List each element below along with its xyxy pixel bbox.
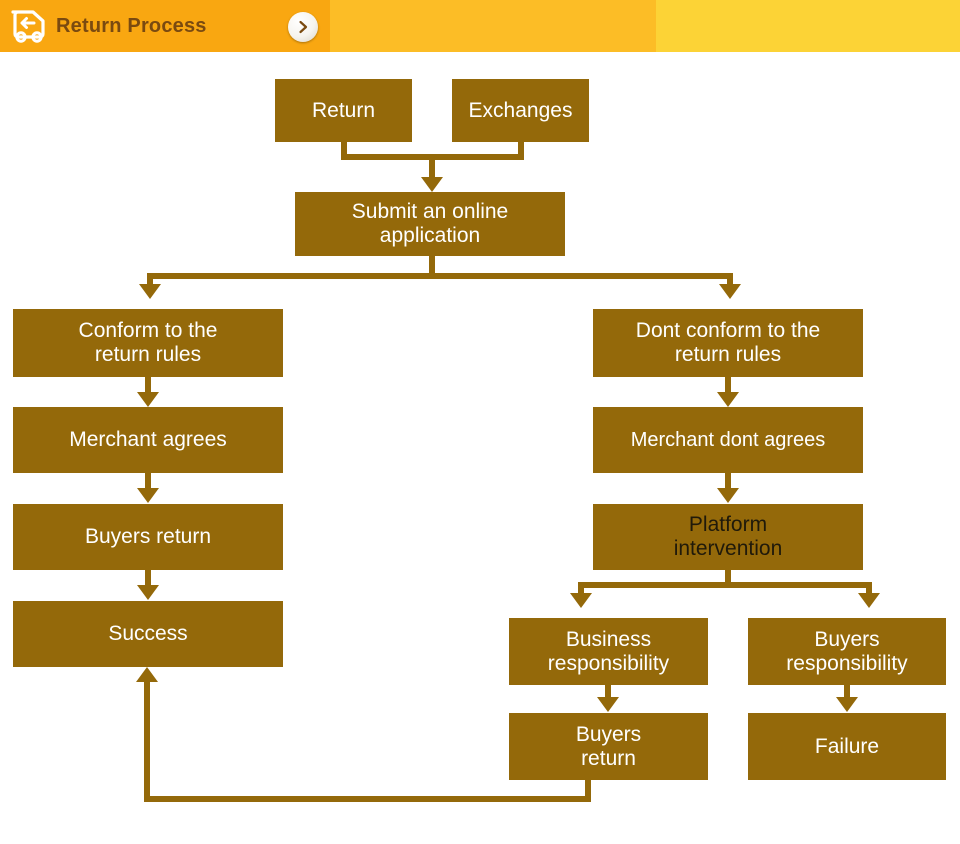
node-business-responsibility[interactable]: Business responsibility <box>509 618 708 685</box>
arrow-to-dont-conform <box>719 284 741 299</box>
header-bar: Return Process <box>0 0 960 52</box>
chevron-right-icon[interactable] <box>288 12 318 42</box>
node-dont-conform-to-return-rules[interactable]: Dont conform to the return rules <box>593 309 863 377</box>
header-band-tertiary <box>656 0 960 52</box>
arrow-to-success <box>137 585 159 600</box>
arrow-to-failure <box>836 697 858 712</box>
node-exchanges[interactable]: Exchanges <box>452 79 589 142</box>
edge-feedback-bar <box>144 796 591 802</box>
flowchart-canvas: Return Exchanges Submit an online applic… <box>0 52 960 844</box>
node-buyers-return-right[interactable]: Buyers return <box>509 713 708 780</box>
header-band-secondary <box>330 0 656 52</box>
edge-split-bar-platform <box>578 582 872 588</box>
return-process-screen: Return Process Return Exchanges Submit a… <box>0 0 960 844</box>
node-conform-to-return-rules[interactable]: Conform to the return rules <box>13 309 283 377</box>
arrow-to-merchant-agrees <box>137 392 159 407</box>
arrow-to-buyers-return-right <box>597 697 619 712</box>
node-buyers-responsibility[interactable]: Buyers responsibility <box>748 618 946 685</box>
arrow-to-business-responsibility <box>570 593 592 608</box>
arrow-to-conform <box>139 284 161 299</box>
edge-split-bar-main <box>147 273 733 279</box>
arrow-to-merchant-dont-agrees <box>717 392 739 407</box>
arrow-to-platform-intervention <box>717 488 739 503</box>
arrow-feedback-to-success <box>136 667 158 682</box>
node-buyers-return-left[interactable]: Buyers return <box>13 504 283 570</box>
node-failure[interactable]: Failure <box>748 713 946 780</box>
edge-merge-stem <box>429 154 435 177</box>
node-merchant-agrees[interactable]: Merchant agrees <box>13 407 283 473</box>
arrow-to-submit <box>421 177 443 192</box>
node-success[interactable]: Success <box>13 601 283 667</box>
return-truck-icon <box>8 5 52 47</box>
node-submit-application[interactable]: Submit an online application <box>295 192 565 256</box>
arrow-to-buyers-return-left <box>137 488 159 503</box>
arrow-to-buyers-responsibility <box>858 593 880 608</box>
node-return[interactable]: Return <box>275 79 412 142</box>
edge-feedback-up <box>144 682 150 796</box>
node-platform-intervention[interactable]: Platform intervention <box>593 504 863 570</box>
page-title: Return Process <box>56 14 207 37</box>
node-merchant-dont-agrees[interactable]: Merchant dont agrees <box>593 407 863 473</box>
